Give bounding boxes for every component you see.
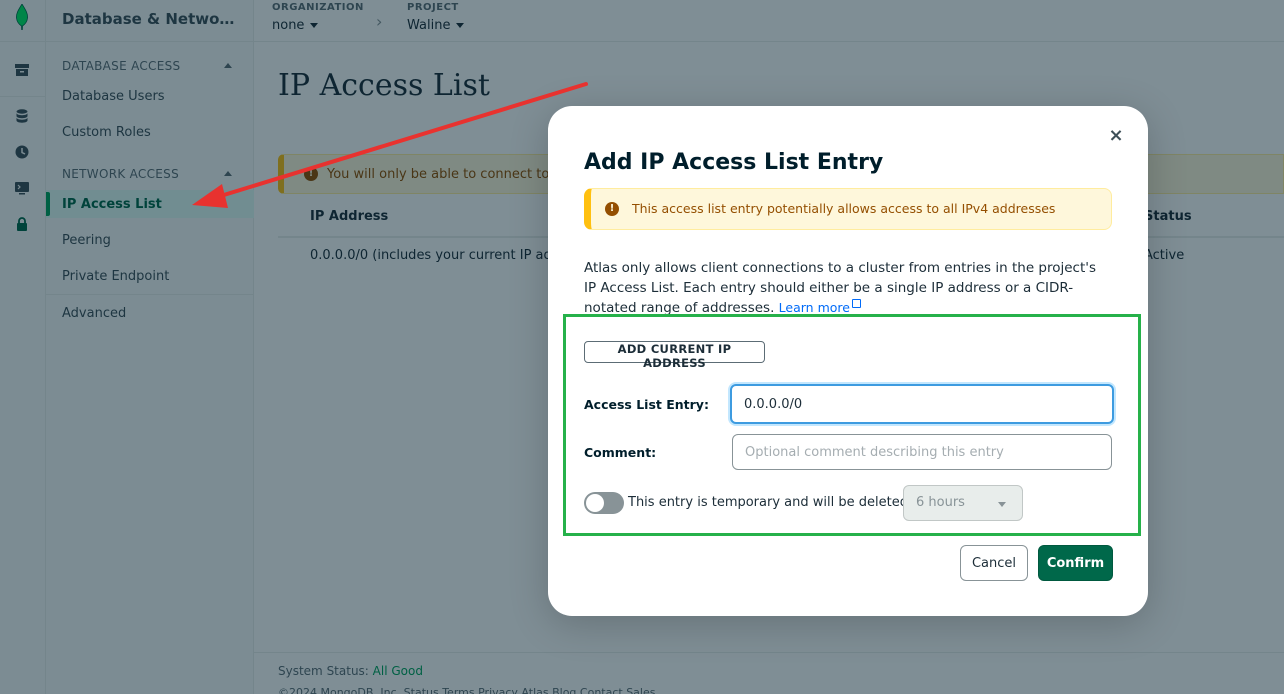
modal-warning-banner: ! This access list entry potentially all… [584,188,1112,230]
add-current-ip-button[interactable]: ADD CURRENT IP ADDRESS [584,341,765,370]
external-link-icon[interactable] [851,299,861,308]
duration-select[interactable]: 6 hours [903,485,1023,521]
access-list-entry-label: Access List Entry: [584,397,709,412]
close-icon[interactable]: × [1106,126,1126,146]
modal-description: Atlas only allows client connections to … [584,258,1104,318]
temporary-toggle[interactable] [584,492,624,514]
access-list-entry-input[interactable] [730,384,1114,424]
temporary-label: This entry is temporary and will be dele… [628,495,924,510]
modal-title: Add IP Access List Entry [584,150,884,175]
comment-input[interactable] [732,434,1112,470]
caret-down-icon [998,502,1006,507]
warning-icon: ! [605,202,619,216]
cancel-button[interactable]: Cancel [960,545,1028,581]
add-ip-entry-modal: × Add IP Access List Entry ! This access… [548,106,1148,616]
comment-label: Comment: [584,445,657,460]
toggle-knob [586,494,604,512]
confirm-button[interactable]: Confirm [1038,545,1113,581]
learn-more-link[interactable]: Learn more [779,300,850,315]
modal-warning-text: This access list entry potentially allow… [632,201,1056,216]
duration-value: 6 hours [916,495,965,510]
